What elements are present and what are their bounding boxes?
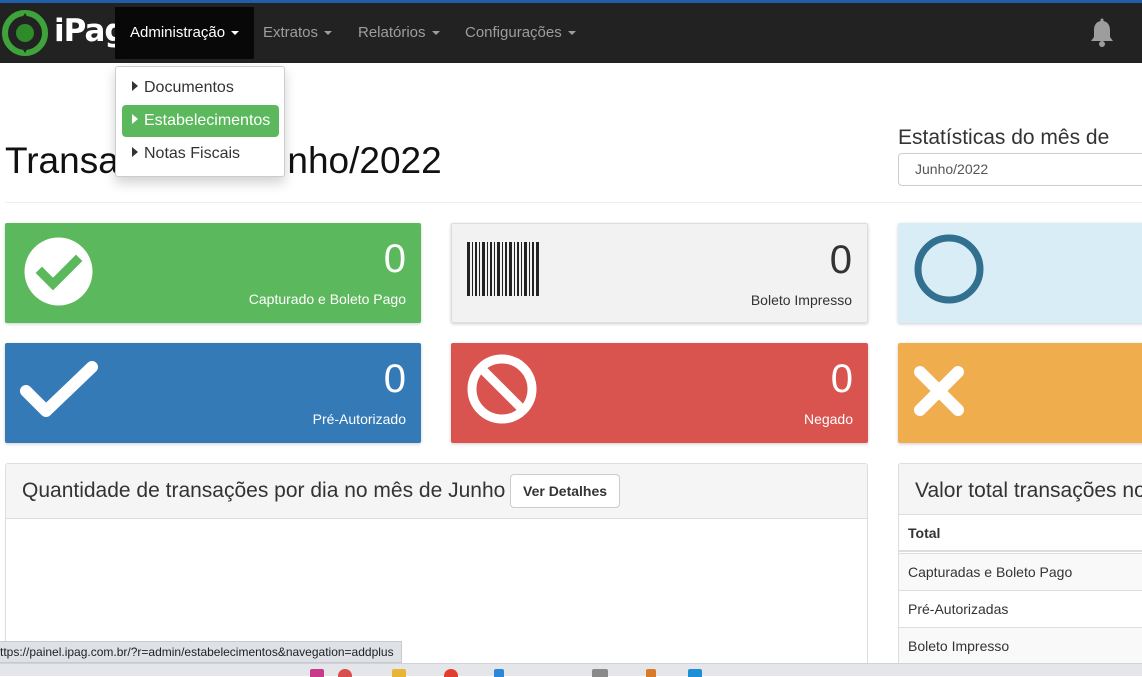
menu-item-estabelecimentos-label: Estabelecimentos xyxy=(144,112,271,129)
ipag-logo-icon xyxy=(2,10,48,56)
card-pre-autorizado-label: Pré-Autorizado xyxy=(312,411,406,427)
card-boleto-impresso-label: Boleto Impresso xyxy=(750,292,852,308)
menu-item-notas-fiscais[interactable]: Notas Fiscais xyxy=(122,138,279,170)
nav-administracao-label: Administração xyxy=(130,24,226,41)
card-boleto-impresso[interactable]: 0 Boleto Impresso xyxy=(451,223,868,323)
nav-extratos[interactable]: Extratos xyxy=(248,7,347,59)
total-value-panel: Valor total transações no Total Capturad… xyxy=(898,463,1142,676)
page-title-start: Transa xyxy=(5,140,119,181)
nav-extratos-label: Extratos xyxy=(263,24,319,41)
total-table-header: Total xyxy=(899,515,1142,552)
stats-month-label: Estatísticas do mês de xyxy=(898,126,1110,149)
circle-outline-icon xyxy=(914,234,984,304)
page-title-end: unho/2022 xyxy=(266,140,442,181)
nav-relatorios-label: Relatórios xyxy=(358,24,426,41)
nav-configuracoes-label: Configurações xyxy=(465,24,562,41)
ver-detalhes-button[interactable]: Ver Detalhes xyxy=(510,474,621,508)
times-icon xyxy=(914,366,964,416)
transactions-per-day-header: Quantidade de transações por dia no mês … xyxy=(6,464,867,519)
title-divider xyxy=(5,202,1142,203)
card-capturado[interactable]: 0 Capturado e Boleto Pago xyxy=(5,223,421,323)
card-pre-autorizado[interactable]: 0 Pré-Autorizado xyxy=(5,343,421,443)
card-negado-value: 0 xyxy=(830,357,853,401)
card-status-open[interactable] xyxy=(898,223,1142,323)
transactions-per-day-title: Quantidade de transações por dia no mês … xyxy=(22,479,506,502)
menu-item-estabelecimentos[interactable]: Estabelecimentos xyxy=(122,105,279,137)
menu-item-documentos[interactable]: Documentos xyxy=(122,72,279,104)
table-row: Boleto Impresso xyxy=(899,627,1142,664)
card-negado[interactable]: 0 Negado xyxy=(451,343,868,443)
bell-icon[interactable] xyxy=(1088,18,1116,48)
ban-icon xyxy=(467,354,537,424)
menu-item-notas-fiscais-label: Notas Fiscais xyxy=(144,145,241,162)
total-value-header: Valor total transações no xyxy=(899,464,1142,515)
card-status-cancelled[interactable] xyxy=(898,343,1142,443)
caret-right-icon xyxy=(132,81,138,91)
check-icon xyxy=(20,361,98,417)
os-taskbar xyxy=(0,663,1142,677)
browser-status-url: ttps://painel.ipag.com.br/?r=admin/estab… xyxy=(0,641,402,663)
menu-item-documentos-label: Documentos xyxy=(144,79,234,96)
card-negado-label: Negado xyxy=(803,411,853,427)
card-pre-autorizado-value: 0 xyxy=(383,357,406,401)
card-capturado-label: Capturado e Boleto Pago xyxy=(248,291,406,307)
nav-relatorios[interactable]: Relatórios xyxy=(343,7,455,59)
caret-down-icon xyxy=(567,31,576,36)
brand-logo[interactable]: iPag xyxy=(0,9,127,57)
administracao-dropdown-menu: Documentos Estabelecimentos Notas Fiscai… xyxy=(115,66,285,177)
caret-right-icon xyxy=(132,114,138,124)
card-capturado-value: 0 xyxy=(383,237,406,281)
caret-right-icon xyxy=(132,147,138,157)
caret-down-icon xyxy=(324,31,333,36)
card-boleto-impresso-value: 0 xyxy=(829,238,852,282)
table-row: Capturadas e Boleto Pago xyxy=(899,553,1142,590)
barcode-icon xyxy=(467,242,539,296)
caret-down-icon xyxy=(431,31,440,36)
total-value-title: Valor total transações no xyxy=(915,479,1142,502)
month-select[interactable]: Junho/2022 xyxy=(898,153,1142,186)
top-navbar: iPag Administração Extratos Relatórios C… xyxy=(0,3,1142,63)
nav-administracao[interactable]: Administração xyxy=(115,7,255,59)
table-row: Pré-Autorizadas xyxy=(899,590,1142,627)
nav-configuracoes[interactable]: Configurações xyxy=(450,7,591,59)
check-circle-icon xyxy=(24,237,93,306)
caret-down-icon xyxy=(231,31,240,36)
